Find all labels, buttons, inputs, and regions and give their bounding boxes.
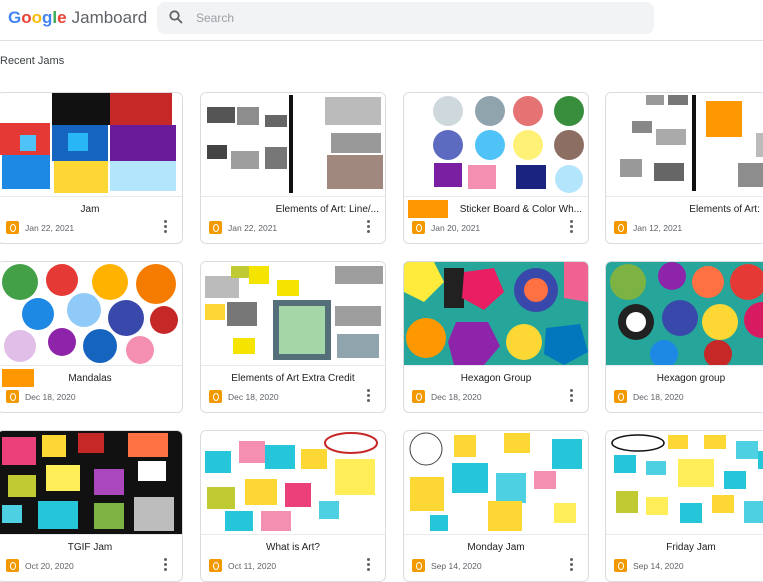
card-date: Jan 20, 2021 [431, 223, 481, 233]
jam-card[interactable]: TGIF Jam Oct 20, 2020 [0, 430, 183, 582]
jamboard-icon [614, 559, 627, 572]
card-title: Hexagon group [656, 373, 726, 384]
card-title: Hexagon Group [460, 373, 532, 384]
jamboard-icon [6, 559, 19, 572]
jam-card[interactable]: Elements of Art: Line/... Jan 22, 2021 [200, 92, 386, 244]
jam-thumbnail [404, 431, 588, 535]
card-date: Sep 14, 2020 [633, 561, 684, 571]
card-title: Sticker Board & Color Wh... [459, 204, 582, 215]
more-vert-icon[interactable] [367, 389, 371, 404]
card-date: Jan 12, 2021 [633, 223, 683, 233]
jamboard-icon [6, 221, 19, 234]
jam-thumbnail [606, 93, 763, 197]
card-date: Oct 20, 2020 [25, 561, 74, 571]
jam-card[interactable]: Jam Jan 22, 2021 [0, 92, 183, 244]
more-vert-icon[interactable] [367, 220, 371, 235]
card-date: Dec 18, 2020 [431, 392, 482, 402]
card-title: Monday Jam [467, 542, 525, 553]
card-title: Elements of Art Extra Credit [231, 373, 355, 384]
google-jamboard-logo[interactable]: Google Jamboard [8, 8, 147, 28]
card-date: Sep 14, 2020 [431, 561, 482, 571]
search-icon [169, 10, 183, 24]
jam-card[interactable]: Monday Jam Sep 14, 2020 [403, 430, 589, 582]
card-title: Jam [80, 204, 100, 215]
card-date: Jan 22, 2021 [228, 223, 278, 233]
more-vert-icon[interactable] [570, 558, 574, 573]
jam-card[interactable]: Elements of Art: Lin Jan 12, 2021 [605, 92, 763, 244]
jam-thumbnail [201, 431, 385, 535]
jamboard-icon [209, 221, 222, 234]
jamboard-icon [412, 559, 425, 572]
card-date: Dec 18, 2020 [633, 392, 684, 402]
jam-thumbnail [404, 93, 588, 197]
card-date: Dec 18, 2020 [25, 392, 76, 402]
card-date: Dec 18, 2020 [228, 392, 279, 402]
jam-thumbnail [606, 262, 763, 366]
more-vert-icon[interactable] [570, 389, 574, 404]
jamboard-icon [412, 221, 425, 234]
card-title: Elements of Art: Line/... [275, 204, 379, 215]
jamboard-icon [412, 390, 425, 403]
jam-thumbnail [201, 262, 385, 366]
card-title: Friday Jam [666, 542, 716, 553]
card-title: TGIF Jam [67, 542, 113, 553]
jam-thumbnail [0, 262, 182, 366]
search-box[interactable]: Search [157, 2, 654, 34]
jam-card[interactable]: Elements of Art Extra Credit Dec 18, 202… [200, 261, 386, 413]
jamboard-icon [209, 559, 222, 572]
jamboard-icon [6, 390, 19, 403]
more-vert-icon[interactable] [570, 220, 574, 235]
jam-thumbnail [201, 93, 385, 197]
card-date: Jan 22, 2021 [25, 223, 75, 233]
jamboard-icon [614, 390, 627, 403]
jamboard-icon [209, 390, 222, 403]
jam-thumbnail [404, 262, 588, 366]
jam-card[interactable]: Mandalas Dec 18, 2020 [0, 261, 183, 413]
card-date: Oct 11, 2020 [228, 561, 277, 571]
card-title: What is Art? [266, 542, 320, 553]
more-vert-icon[interactable] [367, 558, 371, 573]
jam-card[interactable]: Hexagon Group Dec 18, 2020 [403, 261, 589, 413]
jam-card[interactable]: Sticker Board & Color Wh... Jan 20, 2021 [403, 92, 589, 244]
search-placeholder[interactable]: Search [196, 11, 234, 25]
jam-card[interactable]: Hexagon group Dec 18, 2020 [605, 261, 763, 413]
card-title: Mandalas [68, 373, 112, 384]
jam-card[interactable]: Friday Jam Sep 14, 2020 [605, 430, 763, 582]
google-wordmark: Google [8, 8, 67, 27]
section-title: Recent Jams [0, 55, 65, 67]
more-vert-icon[interactable] [164, 558, 168, 573]
jam-thumbnail [606, 431, 763, 535]
top-bar: Google Jamboard Search [0, 0, 763, 41]
more-vert-icon[interactable] [164, 220, 168, 235]
jamboard-icon [614, 221, 627, 234]
card-title: Elements of Art: Lin [689, 204, 763, 215]
jam-thumbnail [0, 431, 182, 535]
jam-card[interactable]: What is Art? Oct 11, 2020 [200, 430, 386, 582]
jam-thumbnail [0, 93, 182, 197]
product-name: Jamboard [71, 8, 148, 27]
